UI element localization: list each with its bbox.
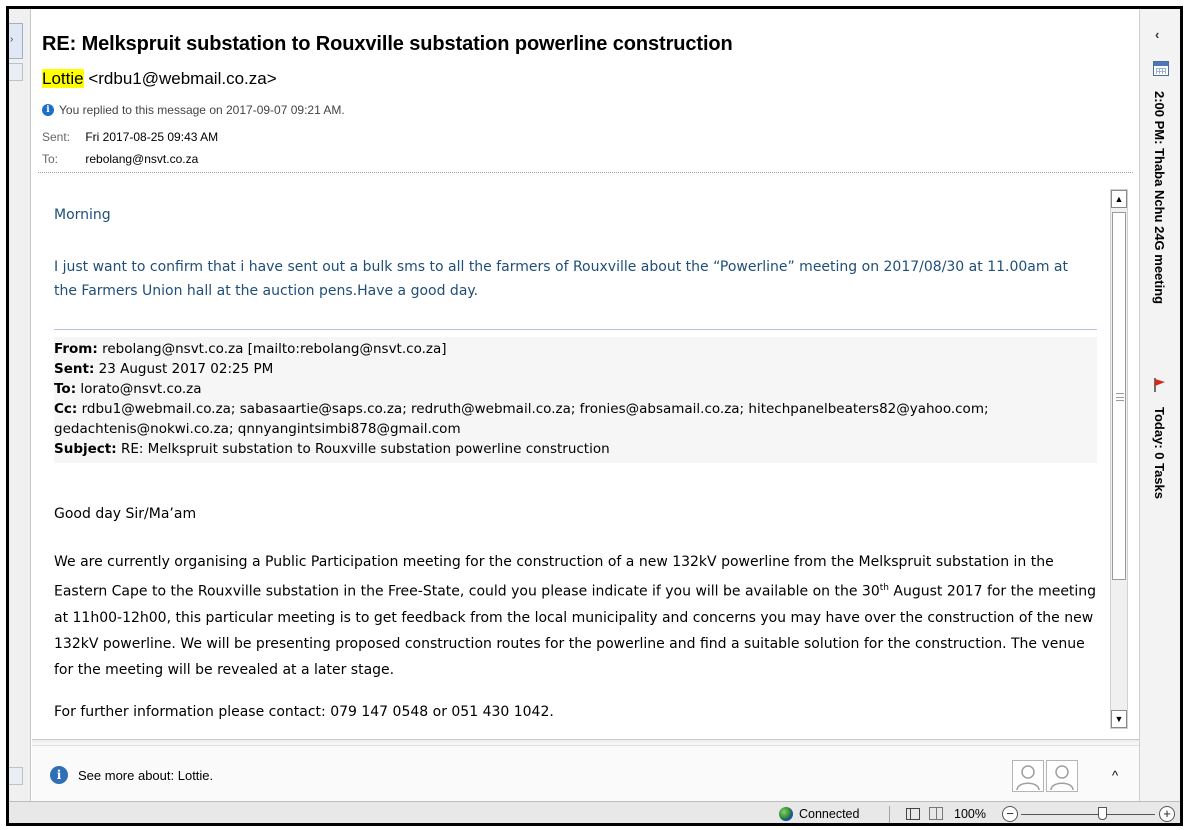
todo-bar: ‹ 2:00 PM: Thaba Nchu 24G meeting Today:… [1139,9,1180,801]
quoted-cc-value: rdbu1@webmail.co.za; sabasaartie@saps.co… [54,401,989,437]
tasks-text[interactable]: Today: 0 Tasks [1152,407,1167,499]
sent-row: Sent: Fri 2017-08-25 09:43 AM [42,130,218,144]
expand-folder-pane-button[interactable]: › [9,23,23,59]
info-circle-icon: i [50,766,68,784]
flag-icon [1154,378,1165,392]
scroll-thumb[interactable] [1112,212,1126,580]
sent-label: Sent: [42,130,71,144]
scroll-up-arrow-icon[interactable]: ▲ [1111,190,1127,208]
main-paragraph: We are currently organising a Public Par… [54,549,1104,683]
avatar[interactable] [1012,760,1044,792]
chevron-up-icon[interactable]: ^ [1112,768,1118,783]
to-value[interactable]: rebolang@nsvt.co.za [85,152,198,166]
normal-view-icon[interactable] [906,808,920,820]
appointment-text[interactable]: 2:00 PM: Thaba Nchu 24G meeting [1152,91,1167,304]
body-scrollbar[interactable]: ▲ ▼ [1110,189,1128,729]
avatar[interactable] [1046,760,1078,792]
folder-pane-collapsed: › [9,9,31,801]
sender-line: Lottie <rdbu1@webmail.co.za> [42,69,277,89]
calendar-icon[interactable] [1153,61,1169,76]
person-icon [1016,765,1040,791]
status-bar: Connected 100% − + [9,801,1180,823]
message-body: Morning I just want to confirm that i ha… [32,179,1139,739]
message-subject: RE: Melkspruit substation to Rouxville s… [42,33,733,55]
to-row: To: rebolang@nsvt.co.za [42,152,198,166]
sender-email: <rdbu1@webmail.co.za> [88,69,277,88]
sent-value: Fri 2017-08-25 09:43 AM [85,130,219,144]
zoom-slider-track[interactable] [1021,814,1155,815]
chevron-left-icon[interactable]: ‹ [1155,27,1159,42]
person-icon [1050,765,1074,791]
quoted-from-label: From: [54,341,98,357]
quoted-from-value: rebolang@nsvt.co.za [mailto:rebolang@nsv… [102,341,447,357]
quoted-to-label: To: [54,381,77,397]
outlook-window: › RE: Melkspruit substation to Rouxville… [6,6,1183,826]
quoted-cc-label: Cc: [54,401,78,417]
sender-name[interactable]: Lottie [42,69,84,88]
greeting-text: Morning [54,207,111,223]
see-more-text[interactable]: See more about: Lottie. [78,768,213,783]
good-day-text: Good day Sir/Ma’am [54,506,197,522]
zoom-slider-thumb[interactable] [1098,807,1107,820]
chevron-right-icon: › [10,34,14,45]
scroll-grip-icon [1116,393,1124,401]
left-scroll-up[interactable] [9,63,23,81]
quoted-to-value: lorato@nsvt.co.za [80,381,202,397]
quoted-header: From: rebolang@nsvt.co.za [mailto:rebola… [54,337,1097,463]
header-divider [38,172,1133,173]
globe-icon [779,807,793,821]
zoom-level[interactable]: 100% [954,807,986,821]
see-more-row[interactable]: i See more about: Lottie. [50,766,213,784]
connection-status: Connected [779,807,859,821]
quoted-sent-value: 23 August 2017 02:25 PM [98,361,274,377]
confirm-text: I just want to confirm that i have sent … [54,259,1069,299]
quoted-divider [54,329,1097,330]
quoted-subject-value: RE: Melkspruit substation to Rouxville s… [120,441,610,457]
contact-text: For further information please contact: … [54,704,554,720]
quoted-sent-label: Sent: [54,361,95,377]
zoom-out-button[interactable]: − [1002,806,1018,822]
replied-notice: i You replied to this message on 2017-09… [42,103,345,117]
left-scroll-down[interactable] [9,767,23,785]
zoom-in-button[interactable]: + [1159,806,1175,822]
scroll-down-arrow-icon[interactable]: ▼ [1111,710,1127,728]
main-paragraph-sup: th [879,583,889,593]
reading-pane: RE: Melkspruit substation to Rouxville s… [32,9,1139,801]
to-label: To: [42,152,59,166]
info-icon: i [42,104,54,116]
status-divider [889,806,890,823]
reading-view-icon[interactable] [929,807,943,820]
connection-text: Connected [799,807,860,821]
replied-notice-text: You replied to this message on 2017-09-0… [59,103,345,117]
people-pane: i See more about: Lottie. ^ [32,745,1139,801]
quoted-subject-label: Subject: [54,441,117,457]
